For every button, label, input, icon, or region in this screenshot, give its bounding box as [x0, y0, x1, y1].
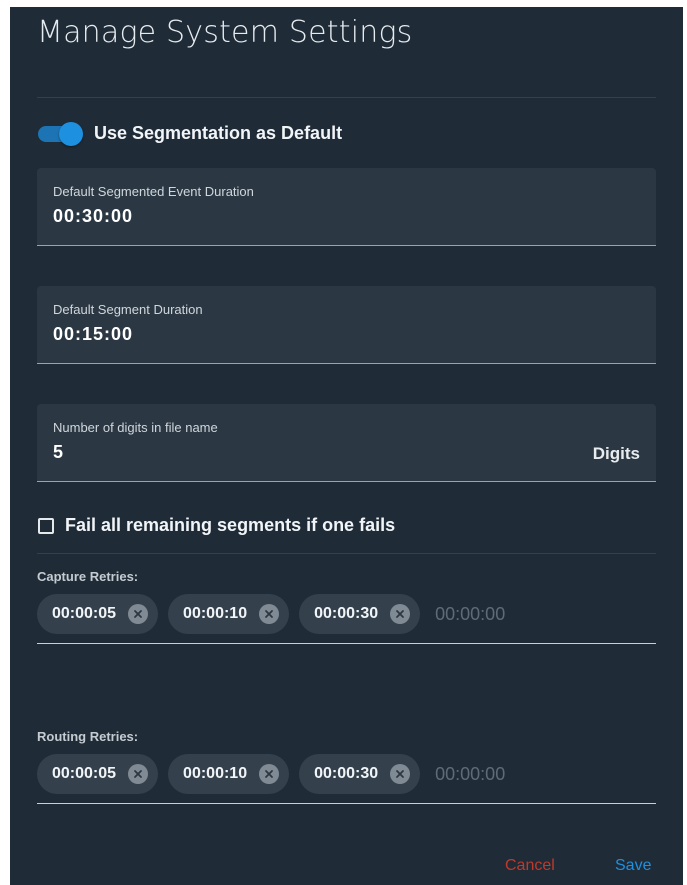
event-duration-label: Default Segmented Event Duration [53, 184, 254, 199]
segment-duration-field[interactable]: Default Segment Duration 00:15:00 [37, 286, 656, 364]
digits-field[interactable]: Number of digits in file name 5 Digits [37, 404, 656, 482]
capture-retries-underline [37, 643, 656, 644]
routing-retry-input[interactable]: 00:00:00 [435, 764, 535, 785]
fail-segments-row: Fail all remaining segments if one fails [38, 515, 395, 536]
chip-text: 00:00:30 [314, 765, 379, 782]
chip-text: 00:00:30 [314, 605, 379, 622]
routing-retries-label: Routing Retries: [37, 729, 139, 744]
close-icon[interactable] [390, 764, 411, 784]
segment-duration-value[interactable]: 00:15:00 [53, 324, 133, 345]
segment-duration-label: Default Segment Duration [53, 302, 203, 317]
digits-suffix: Digits [592, 444, 640, 463]
capture-retry-chip: 00:00:30 [299, 594, 421, 634]
capture-retries-group: Capture Retries: 00:00:05 00:00:10 00:00… [37, 569, 656, 644]
close-icon[interactable] [259, 604, 280, 624]
segmentation-toggle-row: Use Segmentation as Default [38, 121, 343, 146]
close-icon[interactable] [128, 604, 149, 624]
routing-retry-chip: 00:00:30 [299, 754, 421, 794]
close-icon[interactable] [259, 764, 280, 784]
fail-segments-checkbox[interactable] [38, 517, 54, 534]
title-divider [37, 97, 656, 98]
routing-retries-underline [37, 803, 656, 804]
routing-retries-group: Routing Retries: 00:00:05 00:00:10 00:00… [37, 729, 656, 804]
event-duration-value[interactable]: 00:30:00 [53, 206, 133, 227]
capture-retries-chips: 00:00:05 00:00:10 00:00:30 00:00:00 [37, 594, 535, 634]
fail-segments-label: Fail all remaining segments if one fails [65, 515, 396, 535]
segmentation-toggle-label: Use Segmentation as Default [94, 122, 343, 143]
routing-retry-chip: 00:00:10 [168, 754, 290, 794]
digits-value[interactable]: 5 [53, 442, 64, 463]
event-duration-field[interactable]: Default Segmented Event Duration 00:30:0… [37, 168, 656, 246]
capture-retry-chip: 00:00:05 [37, 594, 159, 634]
toggle-thumb [59, 122, 83, 146]
routing-retry-chip: 00:00:05 [37, 754, 159, 794]
checkbox-divider [37, 553, 656, 554]
chip-text: 00:00:05 [52, 605, 117, 622]
capture-retry-input[interactable]: 00:00:00 [435, 604, 535, 625]
chip-text: 00:00:05 [52, 765, 117, 782]
dialog-title: Manage System Settings [37, 15, 413, 50]
close-icon[interactable] [390, 604, 411, 624]
cancel-button[interactable]: Cancel [505, 857, 555, 875]
chip-text: 00:00:10 [183, 765, 248, 782]
chip-text: 00:00:10 [183, 605, 248, 622]
routing-retries-chips: 00:00:05 00:00:10 00:00:30 00:00:00 [37, 754, 535, 794]
segmentation-toggle[interactable] [38, 121, 83, 146]
save-button[interactable]: Save [615, 857, 651, 875]
capture-retry-chip: 00:00:10 [168, 594, 290, 634]
capture-retries-label: Capture Retries: [37, 569, 139, 584]
digits-label: Number of digits in file name [53, 420, 218, 435]
settings-dialog: Manage System Settings Use Segmentation … [10, 7, 683, 885]
close-icon[interactable] [128, 764, 149, 784]
